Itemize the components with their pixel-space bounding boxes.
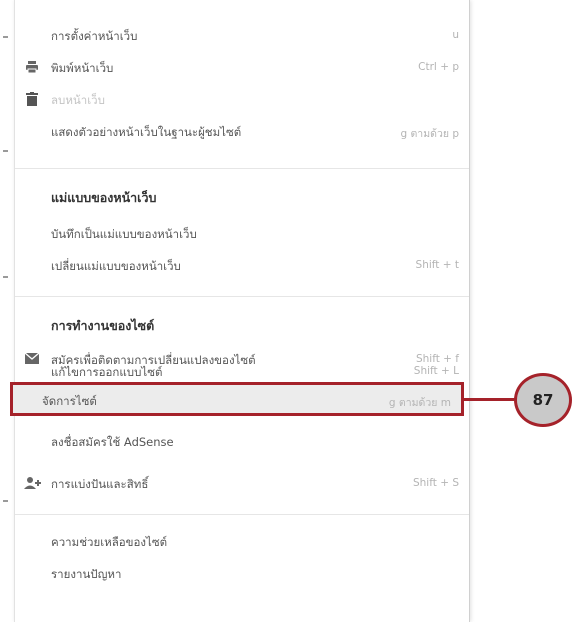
menu-item-label: รายงานปัญหา <box>51 567 122 581</box>
menu-item-shortcut: g ตามด้วย m <box>388 397 451 409</box>
menu-item-preview-as-viewer[interactable]: แสดงตัวอย่างหน้าเว็บในฐานะผู้ชมไซต์ g ตา… <box>15 116 469 148</box>
trash-icon <box>24 92 40 108</box>
menu-item-label: ลงชื่อสมัครใช้ AdSense <box>51 435 174 449</box>
menu-item-site-help[interactable]: ความช่วยเหลือของไซต์ <box>15 526 469 558</box>
menu-item-print-page[interactable]: พิมพ์หน้าเว็บ Ctrl + p <box>15 52 469 84</box>
menu-divider <box>15 514 469 515</box>
callout-number: 87 <box>532 391 554 409</box>
menu-divider <box>15 296 469 297</box>
menu-item-shortcut: u <box>452 29 459 41</box>
page-edge-mark <box>3 276 8 278</box>
menu-item-shortcut: Shift + f <box>415 353 459 365</box>
site-actions-menu: การตั้งค่าหน้าเว็บ u พิมพ์หน้าเว็บ Ctrl … <box>14 0 470 622</box>
menu-item-shortcut: Shift + S <box>412 477 459 489</box>
menu-item-sharing-permissions[interactable]: การแบ่งปันและสิทธิ์ Shift + S <box>15 468 469 500</box>
page-edge-mark <box>3 36 8 38</box>
menu-item-label: การตั้งค่าหน้าเว็บ <box>51 29 138 43</box>
menu-item-label: ลบหน้าเว็บ <box>51 93 105 107</box>
callout-connector-line <box>464 398 515 401</box>
menu-item-page-settings[interactable]: การตั้งค่าหน้าเว็บ u <box>15 20 469 52</box>
menu-item-label: บันทึกเป็นแม่แบบของหน้าเว็บ <box>51 227 197 241</box>
menu-item-label: จัดการไซต์ <box>42 394 97 408</box>
section-header-page-templates: แม่แบบของหน้าเว็บ <box>51 190 157 205</box>
section-header-site-actions: การทำงานของไซต์ <box>51 318 155 333</box>
page-edge-mark <box>3 150 8 152</box>
add-person-icon <box>24 476 41 492</box>
callout-badge: 87 <box>514 373 572 427</box>
printer-icon <box>24 60 40 76</box>
menu-item-label: เปลี่ยนแม่แบบของหน้าเว็บ <box>51 259 181 273</box>
menu-item-shortcut: Shift + L <box>413 365 459 377</box>
menu-item-change-template[interactable]: เปลี่ยนแม่แบบของหน้าเว็บ Shift + t <box>15 250 469 282</box>
menu-item-delete-page[interactable]: ลบหน้าเว็บ <box>15 84 469 116</box>
menu-item-label: แสดงตัวอย่างหน้าเว็บในฐานะผู้ชมไซต์ <box>51 125 242 139</box>
menu-item-label: พิมพ์หน้าเว็บ <box>51 61 114 75</box>
mail-icon <box>24 352 40 368</box>
menu-item-label: ความช่วยเหลือของไซต์ <box>51 535 168 549</box>
menu-item-label: แก้ไขการออกแบบไซต์ <box>51 365 163 379</box>
menu-item-shortcut: g ตามด้วย p <box>400 128 459 140</box>
menu-item-shortcut: Shift + t <box>415 259 459 271</box>
page-edge-mark <box>3 500 8 502</box>
menu-item-report-issue[interactable]: รายงานปัญหา <box>15 558 469 590</box>
menu-item-label: การแบ่งปันและสิทธิ์ <box>51 477 149 491</box>
menu-item-manage-site[interactable]: จัดการไซต์ g ตามด้วย m <box>10 382 464 416</box>
menu-item-shortcut: Ctrl + p <box>418 61 459 73</box>
menu-item-save-as-template[interactable]: บันทึกเป็นแม่แบบของหน้าเว็บ <box>15 218 469 250</box>
menu-divider <box>15 168 469 169</box>
